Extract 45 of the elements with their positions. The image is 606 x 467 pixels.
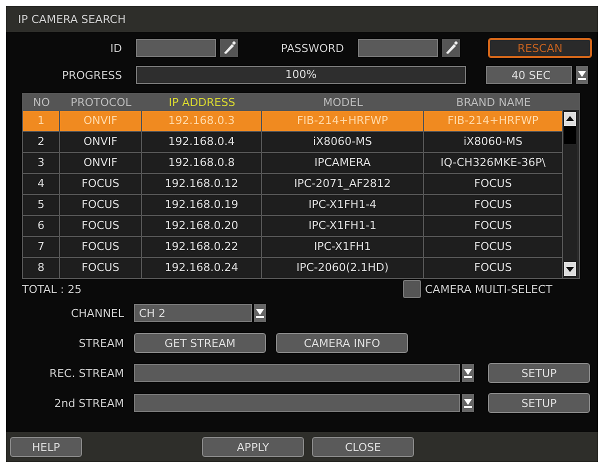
pen-icon[interactable] (442, 39, 460, 57)
scroll-up-icon[interactable] (564, 112, 576, 126)
password-field[interactable] (358, 39, 438, 57)
scrollbar-thumb[interactable] (564, 126, 576, 144)
stream-button[interactable]: CAMERA INFO (276, 333, 408, 353)
channel-label: CHANNEL (70, 306, 125, 320)
checkbox[interactable] (403, 280, 421, 298)
column-header[interactable]: MODEL (262, 96, 424, 108)
table-row[interactable]: 5 FOCUS 192.168.0.19 IPC-X1FH1-4 FOCUS (23, 194, 563, 215)
stream-button[interactable]: GET STREAM (134, 333, 266, 353)
table-cell: IPC-2060(2.1HD) (262, 258, 424, 278)
table-cell: 8 (23, 258, 60, 278)
stream-label: 2nd STREAM (53, 396, 125, 410)
table-row[interactable]: 2 ONVIF 192.168.0.4 iX8060-MS iX8060-MS (23, 131, 563, 152)
total-count: TOTAL : 25 (22, 282, 83, 296)
footer-button[interactable]: CLOSE (312, 437, 414, 457)
column-header[interactable]: PROTOCOL (60, 96, 142, 108)
help-button[interactable]: HELP (10, 437, 82, 457)
setup-button[interactable]: SETUP (488, 393, 590, 413)
table-cell: FOCUS (60, 258, 142, 278)
column-header[interactable]: IP ADDRESS (142, 96, 262, 108)
rescan-button[interactable]: RESCAN (488, 38, 592, 58)
table-row[interactable]: 4 FOCUS 192.168.0.12 IPC-2071_AF2812 FOCUS (23, 173, 563, 194)
table-row[interactable]: 6 FOCUS 192.168.0.20 IPC-X1FH1-1 FOCUS (23, 215, 563, 236)
channel-dropdown[interactable]: CH 2 (134, 304, 252, 322)
table-row[interactable]: 3 ONVIF 192.168.0.8 IPCAMERA IQ-CH326MKE-36P\ (23, 152, 563, 173)
password-label: PASSWORD (280, 42, 345, 54)
stream-label: STREAM (78, 336, 125, 350)
table-row[interactable]: 8 FOCUS 192.168.0.24 IPC-2060(2.1HD) FOCUS (23, 257, 563, 278)
timeout-dropdown[interactable]: 40 SEC (486, 66, 572, 84)
progress-label: PROGRESS (60, 68, 123, 82)
progress-reading: 100% (284, 68, 318, 81)
table-cell: 192.168.0.24 (142, 258, 262, 278)
setup-button[interactable]: SETUP (488, 363, 590, 383)
table-row[interactable]: 7 FOCUS 192.168.0.22 IPC-X1FH1 FOCUS (23, 236, 563, 257)
footer-button[interactable]: APPLY (202, 437, 304, 457)
id-label: ID (109, 42, 123, 54)
stream-label: REC. STREAM (48, 366, 125, 380)
checkbox-label: CAMERA MULTI-SELECT (425, 282, 552, 296)
id-field[interactable] (136, 39, 216, 57)
scroll-down-icon[interactable] (564, 262, 576, 276)
pen-icon[interactable] (220, 39, 238, 57)
column-header[interactable]: NO (23, 96, 60, 108)
window-title: IP CAMERA SEARCH (18, 12, 126, 26)
column-header[interactable]: BRAND NAME (424, 96, 563, 108)
